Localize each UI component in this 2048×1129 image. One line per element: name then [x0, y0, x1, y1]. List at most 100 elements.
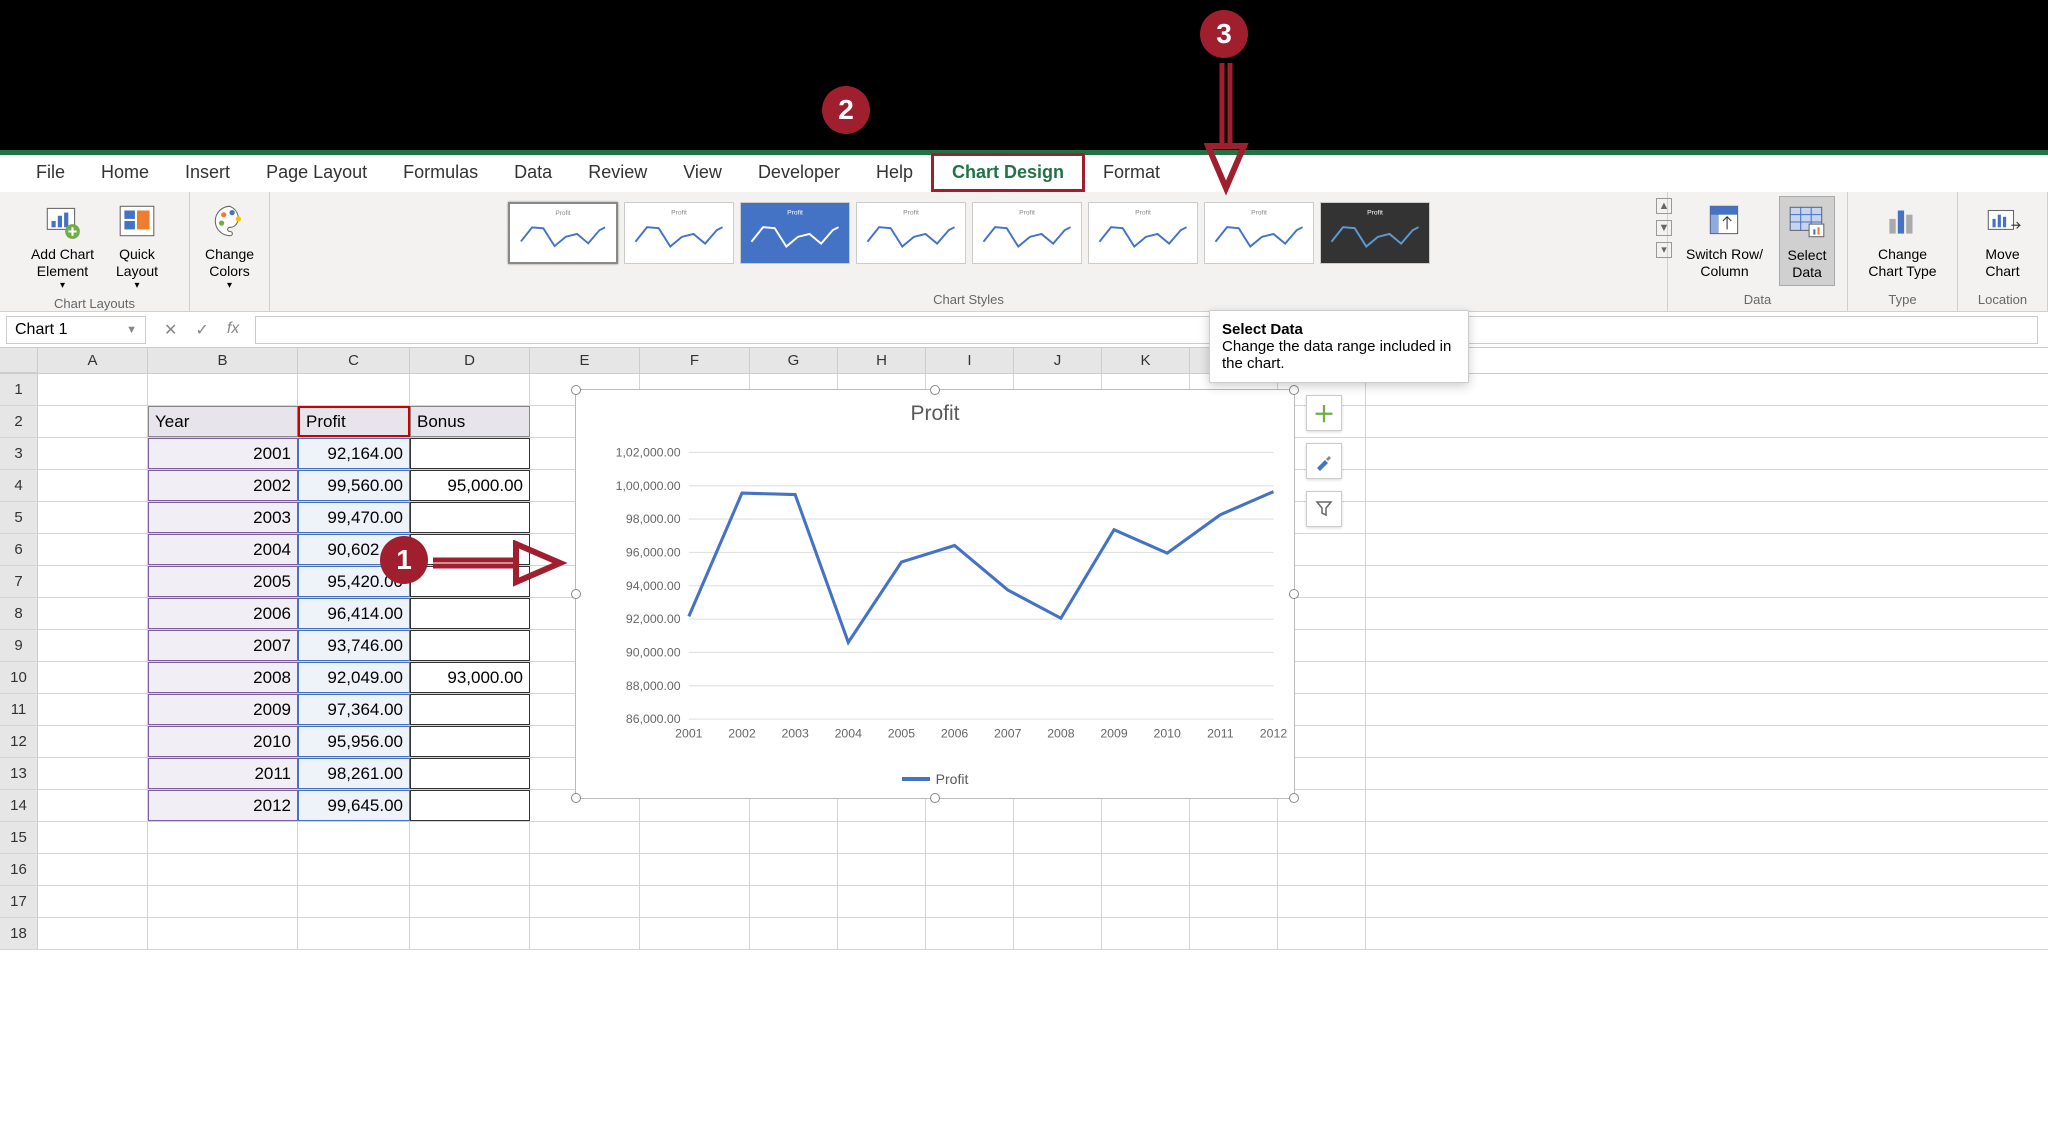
cell-D5[interactable]	[410, 502, 530, 533]
chart-style-6[interactable]: Profit	[1088, 202, 1198, 264]
cell-D15[interactable]	[410, 822, 530, 853]
row-header[interactable]: 16	[0, 854, 38, 885]
cell-C2[interactable]: Profit	[298, 406, 410, 437]
cell-D12[interactable]	[410, 726, 530, 757]
chart-styles-button[interactable]	[1306, 443, 1342, 479]
cell-F15[interactable]	[640, 822, 750, 853]
cell-I15[interactable]	[926, 822, 1014, 853]
cell-C9[interactable]: 93,746.00	[298, 630, 410, 661]
row-header[interactable]: 15	[0, 822, 38, 853]
cell-A10[interactable]	[38, 662, 148, 693]
cell-D11[interactable]	[410, 694, 530, 725]
formula-input[interactable]	[255, 316, 2038, 344]
cell-G15[interactable]	[750, 822, 838, 853]
tab-page-layout[interactable]: Page Layout	[248, 156, 385, 189]
cell-A12[interactable]	[38, 726, 148, 757]
row-header[interactable]: 7	[0, 566, 38, 597]
chart-plot-area[interactable]: 86,000.0088,000.0090,000.0092,000.0094,0…	[576, 426, 1294, 766]
column-header-J[interactable]: J	[1014, 348, 1102, 373]
cell-H16[interactable]	[838, 854, 926, 885]
tab-insert[interactable]: Insert	[167, 156, 248, 189]
cell-C8[interactable]: 96,414.00	[298, 598, 410, 629]
row-header[interactable]: 11	[0, 694, 38, 725]
cell-E17[interactable]	[530, 886, 640, 917]
cell-A9[interactable]	[38, 630, 148, 661]
cell-A1[interactable]	[38, 374, 148, 405]
row-header[interactable]: 3	[0, 438, 38, 469]
cell-F17[interactable]	[640, 886, 750, 917]
select-all-corner[interactable]	[0, 348, 38, 373]
cell-B2[interactable]: Year	[148, 406, 298, 437]
cell-G17[interactable]	[750, 886, 838, 917]
cell-F16[interactable]	[640, 854, 750, 885]
cell-M18[interactable]	[1278, 918, 1366, 949]
cell-G18[interactable]	[750, 918, 838, 949]
cell-D18[interactable]	[410, 918, 530, 949]
cell-A5[interactable]	[38, 502, 148, 533]
gallery-down-icon[interactable]: ▼	[1656, 220, 1672, 236]
cell-A2[interactable]	[38, 406, 148, 437]
style-gallery-scroll[interactable]: ▲ ▼ ▾	[1656, 198, 1676, 258]
row-header[interactable]: 13	[0, 758, 38, 789]
cancel-icon[interactable]: ✕	[164, 320, 177, 340]
cell-I18[interactable]	[926, 918, 1014, 949]
cell-A14[interactable]	[38, 790, 148, 821]
column-header-H[interactable]: H	[838, 348, 926, 373]
cell-M15[interactable]	[1278, 822, 1366, 853]
cell-C17[interactable]	[298, 886, 410, 917]
row-header[interactable]: 1	[0, 374, 38, 405]
cell-K18[interactable]	[1102, 918, 1190, 949]
tab-home[interactable]: Home	[83, 156, 167, 189]
row-header[interactable]: 10	[0, 662, 38, 693]
column-header-D[interactable]: D	[410, 348, 530, 373]
tab-chart-design[interactable]: Chart Design	[931, 153, 1085, 192]
cell-J15[interactable]	[1014, 822, 1102, 853]
cell-M17[interactable]	[1278, 886, 1366, 917]
chart-legend[interactable]: Profit	[576, 771, 1294, 787]
tab-formulas[interactable]: Formulas	[385, 156, 496, 189]
cell-C18[interactable]	[298, 918, 410, 949]
gallery-up-icon[interactable]: ▲	[1656, 198, 1672, 214]
row-header[interactable]: 9	[0, 630, 38, 661]
cell-D3[interactable]	[410, 438, 530, 469]
row-header[interactable]: 2	[0, 406, 38, 437]
cell-I17[interactable]	[926, 886, 1014, 917]
cell-A8[interactable]	[38, 598, 148, 629]
change-chart-type-button[interactable]: Change Chart Type	[1862, 196, 1942, 284]
cell-C14[interactable]: 99,645.00	[298, 790, 410, 821]
cell-C5[interactable]: 99,470.00	[298, 502, 410, 533]
column-header-K[interactable]: K	[1102, 348, 1190, 373]
cell-A4[interactable]	[38, 470, 148, 501]
chart-filters-button[interactable]	[1306, 491, 1342, 527]
cell-B4[interactable]: 2002	[148, 470, 298, 501]
cell-C4[interactable]: 99,560.00	[298, 470, 410, 501]
chart-style-8[interactable]: Profit	[1320, 202, 1430, 264]
cell-G16[interactable]	[750, 854, 838, 885]
column-header-A[interactable]: A	[38, 348, 148, 373]
tab-review[interactable]: Review	[570, 156, 665, 189]
quick-layout-button[interactable]: Quick Layout ▾	[110, 196, 164, 296]
tab-help[interactable]: Help	[858, 156, 931, 189]
chart-title[interactable]: Profit	[576, 402, 1294, 426]
cell-D1[interactable]	[410, 374, 530, 405]
cell-B7[interactable]: 2005	[148, 566, 298, 597]
column-header-I[interactable]: I	[926, 348, 1014, 373]
row-header[interactable]: 5	[0, 502, 38, 533]
cell-D16[interactable]	[410, 854, 530, 885]
chart-style-1[interactable]: Profit	[508, 202, 618, 264]
cell-B9[interactable]: 2007	[148, 630, 298, 661]
cell-C16[interactable]	[298, 854, 410, 885]
cell-D13[interactable]	[410, 758, 530, 789]
chart-style-3[interactable]: Profit	[740, 202, 850, 264]
chart-style-7[interactable]: Profit	[1204, 202, 1314, 264]
chart-style-2[interactable]: Profit	[624, 202, 734, 264]
cell-M16[interactable]	[1278, 854, 1366, 885]
row-header[interactable]: 6	[0, 534, 38, 565]
cell-A15[interactable]	[38, 822, 148, 853]
column-header-F[interactable]: F	[640, 348, 750, 373]
cell-L18[interactable]	[1190, 918, 1278, 949]
cell-J16[interactable]	[1014, 854, 1102, 885]
name-box[interactable]: Chart 1▼	[6, 316, 146, 344]
cell-C13[interactable]: 98,261.00	[298, 758, 410, 789]
add-chart-element-button[interactable]: Add Chart Element ▾	[25, 196, 100, 296]
